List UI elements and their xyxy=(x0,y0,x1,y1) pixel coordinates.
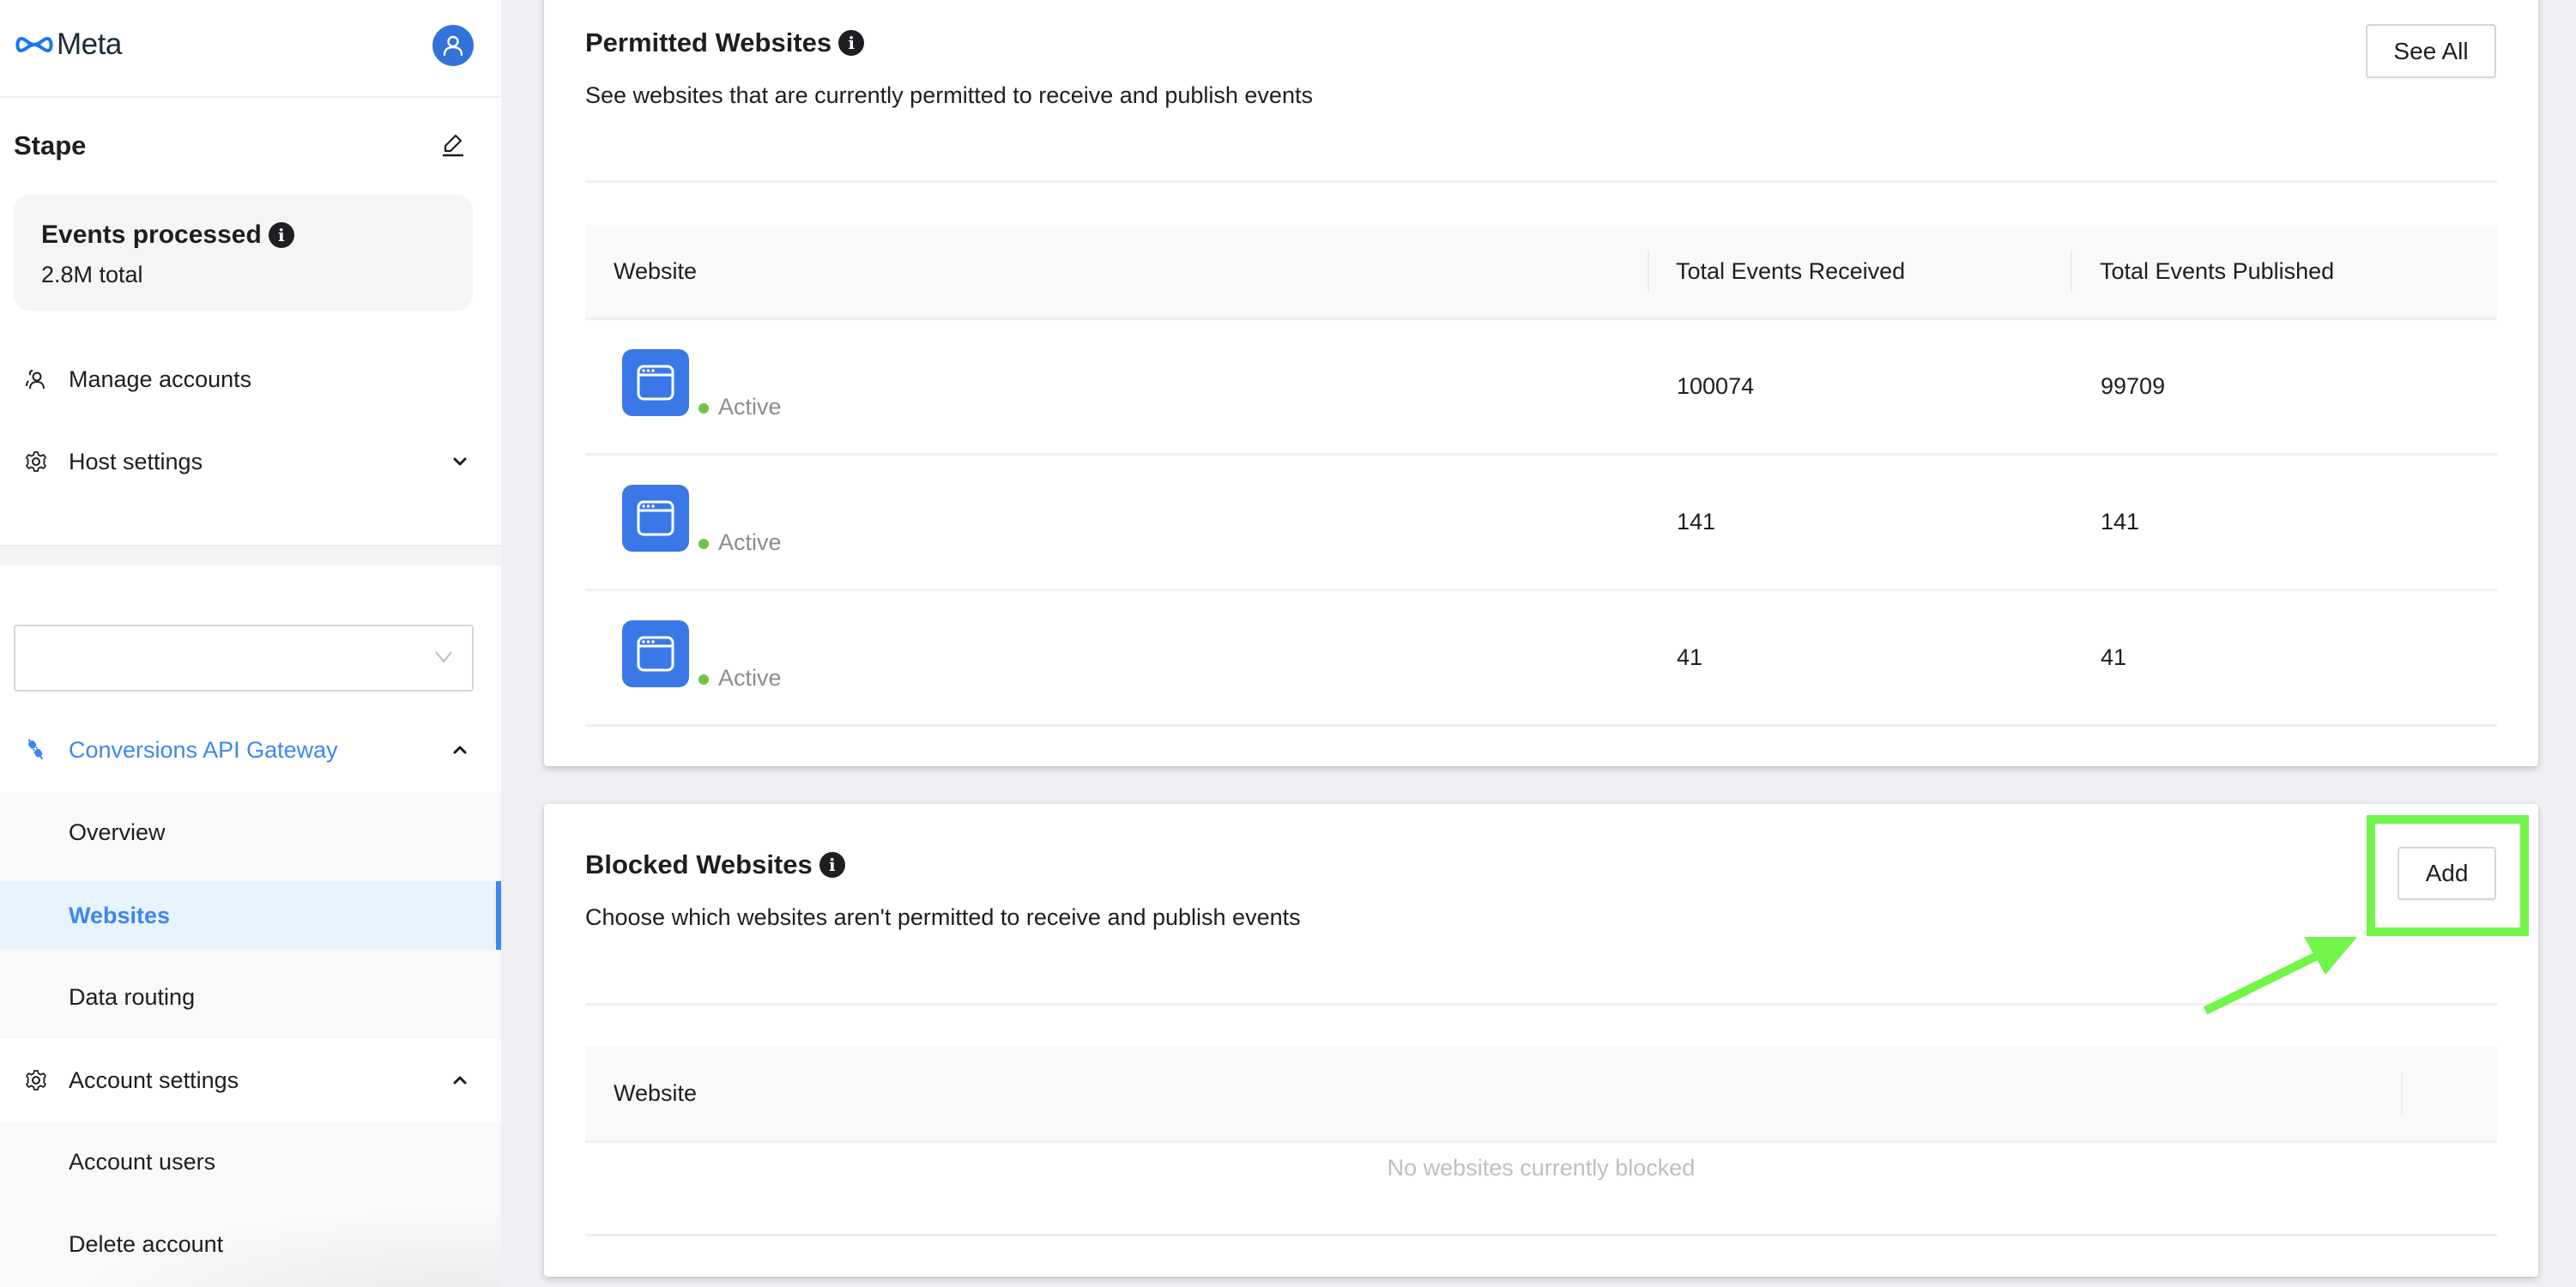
browser-window-icon xyxy=(637,500,674,536)
sidebar-item-overview[interactable]: Overview xyxy=(0,792,501,873)
nav-label: Conversions API Gateway xyxy=(69,736,338,763)
section-spacer xyxy=(0,547,501,565)
sidebar: Meta Stape Events processed i 2.8M total… xyxy=(0,0,501,1287)
see-all-button[interactable]: See All xyxy=(2366,24,2496,78)
nav-label: Data routing xyxy=(69,984,196,1010)
sidebar-divider xyxy=(0,96,501,98)
status-label: Active xyxy=(718,529,782,555)
account-select[interactable] xyxy=(14,625,474,692)
chevron-down-icon xyxy=(435,651,452,663)
table-bottom-border xyxy=(585,1234,2497,1236)
events-processed-card: Events processed i 2.8M total xyxy=(14,195,473,311)
website-icon xyxy=(622,620,689,687)
status-label: Active xyxy=(718,394,782,420)
chevron-up-icon xyxy=(453,1076,467,1085)
nav-account-settings[interactable]: Account settings xyxy=(0,1039,501,1121)
nav-label: Account users xyxy=(69,1149,216,1175)
nav-conversions-api-gateway[interactable]: Conversions API Gateway xyxy=(0,728,501,772)
table-header: Website Total Events Received Total Even… xyxy=(585,225,2497,320)
events-processed-title: Events processed xyxy=(41,221,262,249)
sidebar-item-account-users[interactable]: Account users xyxy=(0,1121,501,1203)
column-divider[interactable] xyxy=(1648,251,1649,292)
table-row[interactable]: Active 141 141 xyxy=(585,456,2497,591)
info-icon[interactable]: i xyxy=(819,852,845,878)
table-header: Website xyxy=(585,1047,2497,1143)
column-header-published[interactable]: Total Events Published xyxy=(2100,225,2334,317)
total-events-received: 100074 xyxy=(1677,373,1755,399)
section-divider xyxy=(585,180,2497,183)
column-divider[interactable] xyxy=(2071,251,2072,292)
info-icon[interactable]: i xyxy=(838,30,865,56)
nav-label: Account settings xyxy=(69,1066,239,1093)
permitted-websites-description: See websites that are currently permitte… xyxy=(585,82,1313,108)
sidebar-item-data-routing[interactable]: Data routing xyxy=(0,957,501,1038)
chevron-up-icon xyxy=(453,746,467,754)
highlight-annotation-box xyxy=(2367,815,2529,936)
edit-account-name-button[interactable] xyxy=(439,130,467,158)
browser-window-icon xyxy=(637,365,674,401)
profile-avatar[interactable] xyxy=(432,25,474,66)
total-events-published: 141 xyxy=(2101,509,2140,535)
column-header-website[interactable]: Website xyxy=(614,225,697,317)
nav-label: Manage accounts xyxy=(69,366,252,392)
total-events-published: 99709 xyxy=(2101,373,2166,399)
account-name: Stape xyxy=(14,130,87,160)
meta-logo[interactable]: Meta xyxy=(15,27,122,62)
blocked-websites-title: Blocked Websites xyxy=(585,849,813,879)
nav-label: Overview xyxy=(69,819,166,845)
nav-label: Host settings xyxy=(69,448,203,474)
status-label: Active xyxy=(718,665,782,691)
sidebar-item-delete-account[interactable]: Delete account xyxy=(0,1204,501,1285)
annotation-arrow-icon xyxy=(2203,937,2357,1015)
column-divider[interactable] xyxy=(2401,1072,2403,1114)
nav-manage-accounts[interactable]: Manage accounts xyxy=(0,357,501,402)
plug-icon xyxy=(27,739,44,760)
total-events-received: 41 xyxy=(1677,644,1703,670)
total-events-published: 41 xyxy=(2101,644,2127,670)
status-dot-icon xyxy=(698,539,709,549)
total-events-received: 141 xyxy=(1677,509,1716,535)
nav-label: Websites xyxy=(69,902,171,928)
status-dot-icon xyxy=(698,403,709,414)
user-icon xyxy=(443,35,463,57)
people-icon xyxy=(26,370,45,390)
empty-state-message: No websites currently blocked xyxy=(1387,1155,1696,1181)
nav-host-settings[interactable]: Host settings xyxy=(0,439,501,484)
gear-icon xyxy=(26,451,46,472)
permitted-websites-card: Permitted Websites i See websites that a… xyxy=(544,0,2538,766)
sidebar-item-websites[interactable]: Websites xyxy=(0,881,501,950)
pencil-icon xyxy=(443,134,463,157)
blocked-websites-description: Choose which websites aren't permitted t… xyxy=(585,904,1301,930)
column-header-received[interactable]: Total Events Received xyxy=(1676,225,1905,317)
website-icon xyxy=(622,349,689,416)
browser-window-icon xyxy=(637,636,674,672)
info-icon[interactable]: i xyxy=(268,222,294,248)
permitted-websites-title: Permitted Websites xyxy=(585,27,832,57)
gear-icon xyxy=(26,1070,46,1091)
status-dot-icon xyxy=(698,674,709,685)
events-processed-value: 2.8M total xyxy=(41,262,143,287)
table-row[interactable]: Active 41 41 xyxy=(585,591,2497,727)
meta-infinity-icon xyxy=(15,37,53,52)
website-icon xyxy=(622,485,689,552)
brand-name: Meta xyxy=(57,27,122,61)
blocked-websites-card: Blocked Websites i Choose which websites… xyxy=(544,804,2538,1277)
chevron-down-icon xyxy=(453,457,467,466)
nav-label: Delete account xyxy=(69,1231,224,1257)
column-header-website[interactable]: Website xyxy=(614,1047,697,1140)
table-row[interactable]: Active 100074 99709 xyxy=(585,320,2497,456)
